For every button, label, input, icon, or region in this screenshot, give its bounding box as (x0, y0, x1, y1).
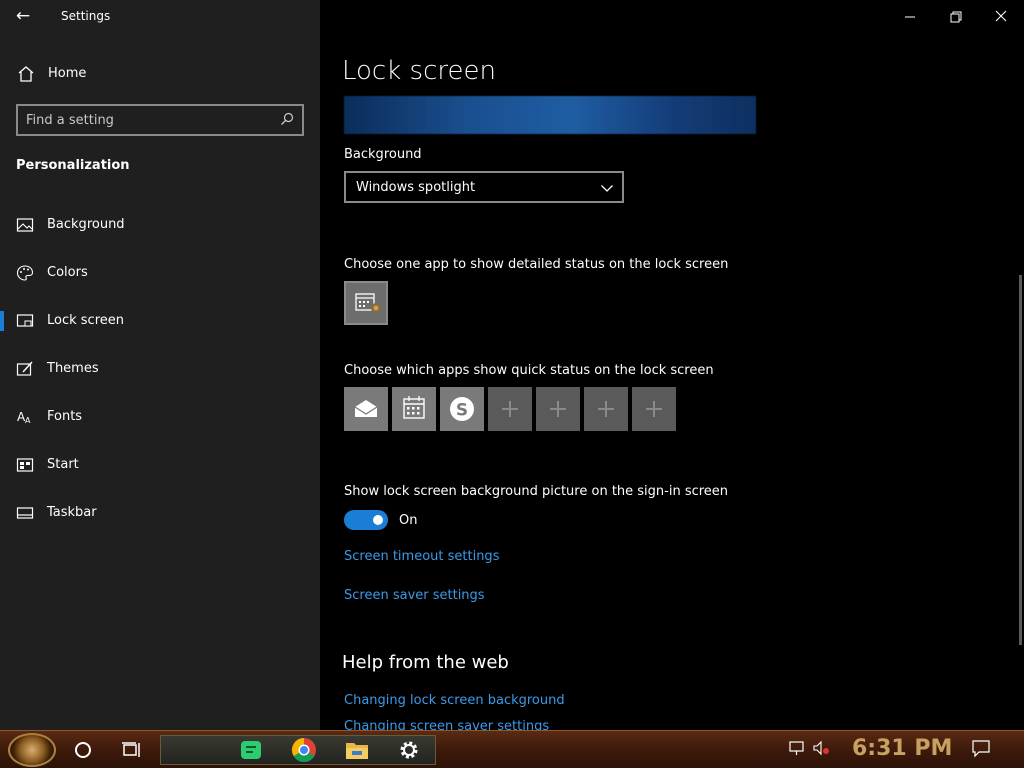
settings-app-button[interactable] (392, 734, 426, 766)
help-link-lock-screen-background[interactable]: Changing lock screen background (344, 693, 565, 708)
mail-icon (354, 400, 378, 417)
plus-icon (646, 401, 662, 417)
quick-status-add-button[interactable] (584, 387, 628, 431)
sidebar-item-colors[interactable]: Colors (0, 253, 320, 293)
sidebar-item-label: Taskbar (47, 505, 97, 520)
sidebar-item-lock-screen[interactable]: Lock screen (0, 301, 320, 341)
task-view-icon (122, 742, 140, 757)
palette-icon (16, 265, 34, 281)
background-label: Background (344, 147, 422, 162)
taskbar-clock[interactable]: 6:31 PM (852, 736, 952, 761)
image-icon (16, 218, 34, 232)
fonts-icon: A A (17, 410, 31, 425)
section-title: Personalization (16, 158, 130, 173)
sidebar-item-start[interactable]: Start (0, 445, 320, 485)
start-button[interactable] (8, 733, 56, 767)
title-bar: ← Settings (0, 0, 320, 34)
help-section-title: Help from the web (342, 652, 509, 673)
quick-status-label: Choose which apps show quick status on t… (344, 363, 714, 378)
file-explorer-button[interactable] (340, 734, 374, 766)
plus-icon (550, 401, 566, 417)
detailed-status-label: Choose one app to show detailed status o… (344, 257, 729, 272)
app-title: Settings (61, 9, 111, 23)
restore-icon (950, 11, 962, 23)
background-dropdown[interactable]: Windows spotlight (344, 171, 624, 203)
sidebar-item-themes[interactable]: Themes (0, 349, 320, 389)
search-box[interactable] (16, 104, 304, 136)
sidebar-item-label: Colors (47, 265, 88, 280)
sidebar-item-label: Fonts (47, 409, 83, 424)
search-input[interactable] (26, 110, 266, 130)
toggle-state-label: On (399, 513, 418, 528)
quick-status-add-button[interactable] (488, 387, 532, 431)
notes-app-button[interactable] (234, 734, 268, 766)
restore-button[interactable] (933, 0, 979, 34)
chevron-down-icon (601, 185, 613, 192)
volume-muted-icon[interactable] (811, 736, 831, 760)
home-nav-item[interactable]: Home (0, 60, 320, 88)
task-view-button[interactable] (114, 734, 148, 766)
close-button[interactable] (978, 0, 1024, 34)
sidebar-item-fonts[interactable]: A A Fonts (0, 397, 320, 437)
home-label: Home (48, 66, 87, 81)
taskbar: 6:31 PM (0, 730, 1024, 768)
screen-timeout-link[interactable]: Screen timeout settings (344, 549, 499, 564)
scrollbar[interactable] (1019, 275, 1022, 645)
sidebar-item-taskbar[interactable]: Taskbar (0, 493, 320, 533)
gear-icon (400, 741, 418, 759)
lock-screen-icon (16, 314, 34, 327)
home-icon (18, 66, 34, 82)
svg-text:A: A (25, 416, 31, 425)
background-dropdown-value: Windows spotlight (356, 180, 476, 195)
calendar-icon (403, 396, 425, 419)
notes-icon (241, 741, 261, 759)
action-center-icon[interactable] (971, 736, 991, 760)
signin-background-label: Show lock screen background picture on t… (344, 484, 729, 499)
help-link-screen-saver[interactable]: Changing screen saver settings (344, 719, 549, 730)
sidebar-item-label: Themes (47, 361, 99, 376)
cortana-icon (75, 742, 91, 758)
sidebar-item-label: Background (47, 217, 125, 232)
skype-icon: S (450, 397, 474, 421)
search-icon[interactable] (280, 112, 294, 126)
lock-screen-page: Lock screen Background Windows spotlight… (320, 0, 1024, 730)
svg-text:S: S (456, 401, 468, 421)
calendar-weather-icon (355, 293, 381, 313)
sidebar-item-background[interactable]: Background (0, 205, 320, 245)
settings-sidebar: ← Settings Home Personalization Backgrou… (0, 0, 320, 730)
cortana-button[interactable] (66, 734, 100, 766)
quick-status-calendar-button[interactable] (392, 387, 436, 431)
lock-screen-preview-image (344, 96, 756, 134)
quick-status-add-button[interactable] (632, 387, 676, 431)
plus-icon (502, 401, 518, 417)
network-icon[interactable] (787, 736, 807, 760)
chrome-button[interactable] (287, 734, 321, 766)
chrome-icon (291, 738, 316, 763)
themes-icon (16, 361, 33, 376)
quick-status-skype-button[interactable]: S (440, 387, 484, 431)
minimize-button[interactable] (887, 0, 933, 34)
back-button[interactable]: ← (8, 4, 38, 30)
folder-icon (346, 743, 368, 759)
close-icon (995, 10, 1007, 22)
quick-status-add-button[interactable] (536, 387, 580, 431)
plus-icon (598, 401, 614, 417)
signin-background-toggle[interactable] (344, 510, 388, 530)
sidebar-item-label: Start (47, 457, 79, 472)
page-title: Lock screen (342, 56, 496, 86)
taskbar-icon (16, 507, 34, 519)
sidebar-item-label: Lock screen (47, 313, 124, 328)
start-icon (16, 458, 34, 472)
detailed-status-app-button[interactable] (344, 281, 388, 325)
quick-status-mail-button[interactable] (344, 387, 388, 431)
minimize-icon (905, 16, 915, 18)
screen-saver-link[interactable]: Screen saver settings (344, 588, 485, 603)
